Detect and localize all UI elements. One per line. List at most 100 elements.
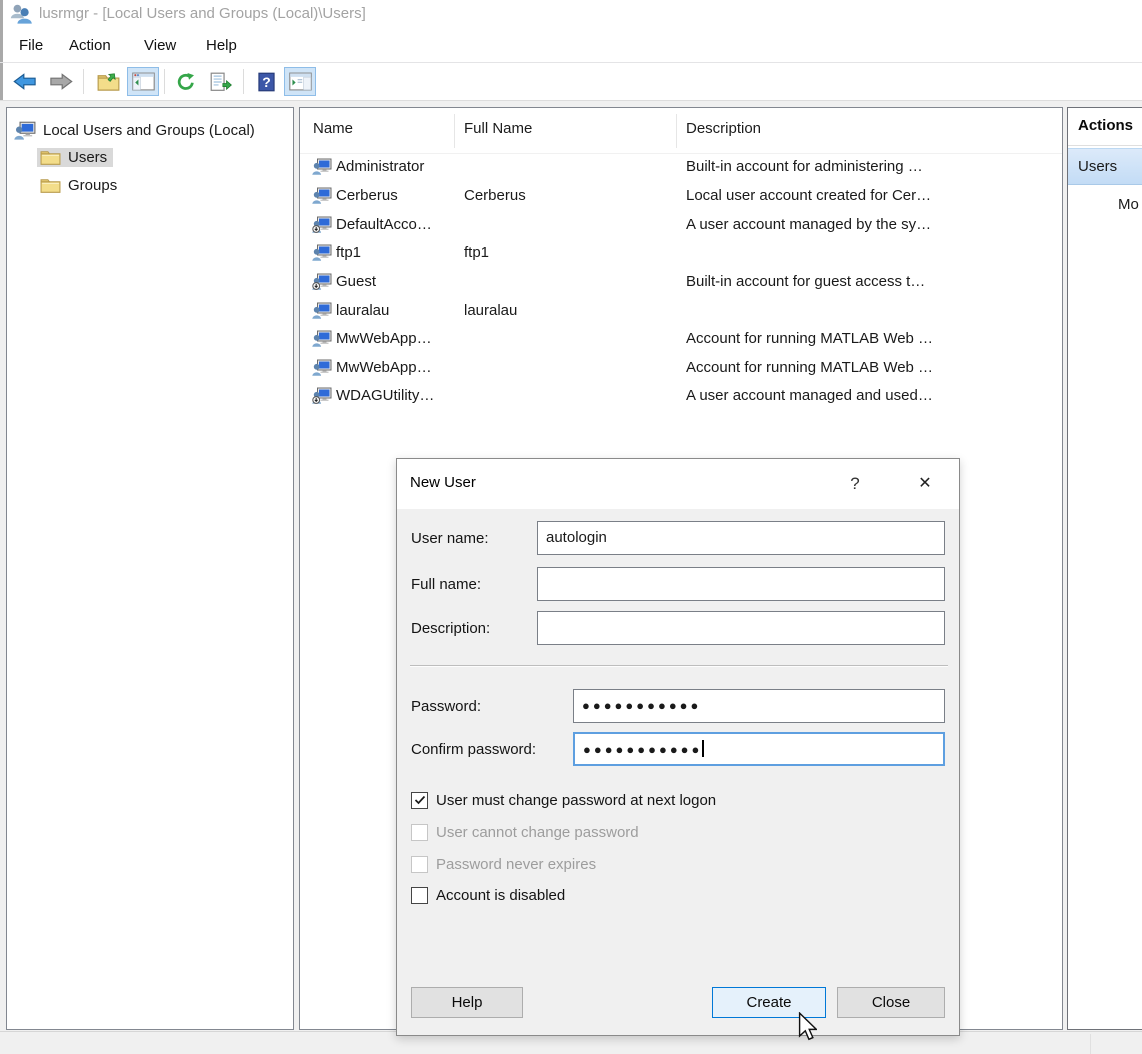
user-icon [312, 302, 332, 319]
app-icon [9, 3, 33, 25]
checkbox-unchecked[interactable] [411, 887, 428, 904]
forward-button[interactable] [45, 67, 77, 96]
dialog-close-icon[interactable]: ✕ [909, 470, 941, 498]
table-row-cerberus[interactable]: Cerberus Cerberus Local user account cre… [300, 182, 1062, 211]
status-bar-divider [1090, 1034, 1091, 1054]
cell-description: A user account managed and used… [686, 387, 933, 404]
table-row-guest[interactable]: Guest Built-in account for guest access … [300, 268, 1062, 297]
refresh-button[interactable] [170, 67, 202, 96]
menu-view[interactable]: View [144, 37, 176, 54]
cell-name: Administrator [336, 158, 424, 175]
checkbox-label: User must change password at next logon [436, 792, 716, 809]
checkbox-label: Password never expires [436, 856, 596, 873]
tree-users-label: Users [68, 149, 107, 166]
cell-full-name: ftp1 [464, 244, 489, 261]
console-tree-icon [132, 72, 155, 91]
tree-node-users[interactable]: Users [37, 145, 113, 170]
table-row-defaultaccount[interactable]: DefaultAcco… A user account managed by t… [300, 211, 1062, 240]
user-disabled-icon [312, 273, 332, 290]
table-row-administrator[interactable]: Administrator Built-in account for admin… [300, 153, 1062, 182]
folder-icon [40, 177, 61, 194]
help-icon [258, 72, 275, 92]
toolbar-separator [243, 69, 244, 94]
tree-root-node[interactable]: Local Users and Groups (Local) [14, 118, 255, 143]
confirm-password-label: Confirm password: [411, 741, 536, 758]
cell-name: ftp1 [336, 244, 361, 261]
forward-arrow-icon [49, 72, 73, 91]
actions-panel: Actions Users Mo [1067, 107, 1142, 1030]
description-field[interactable] [537, 611, 945, 645]
cell-name: Cerberus [336, 187, 398, 204]
show-console-tree-button[interactable] [127, 67, 159, 96]
cell-description: Account for running MATLAB Web … [686, 330, 933, 347]
cell-full-name: Cerberus [464, 187, 526, 204]
column-divider[interactable] [454, 114, 455, 148]
user-name-field[interactable]: autologin [537, 521, 945, 555]
checkbox-account-disabled[interactable]: Account is disabled [411, 886, 565, 904]
cell-full-name: lauralau [464, 302, 517, 319]
cell-description: Account for running MATLAB Web … [686, 359, 933, 376]
full-name-field[interactable] [537, 567, 945, 601]
title-bar: lusrmgr - [Local Users and Groups (Local… [3, 0, 1142, 28]
dialog-title: New User [410, 474, 476, 491]
user-disabled-icon [312, 216, 332, 233]
dialog-help-button[interactable]: ? [841, 471, 869, 497]
cell-description: Local user account created for Cer… [686, 187, 931, 204]
action-pane-icon [289, 72, 312, 91]
refresh-icon [176, 72, 196, 92]
actions-header-divider [1068, 145, 1142, 146]
menu-help[interactable]: Help [206, 37, 237, 54]
new-user-dialog: New User ? ✕ User name: autologin Full n… [396, 458, 960, 1036]
actions-header: Actions [1078, 117, 1133, 134]
checkbox-label: Account is disabled [436, 887, 565, 904]
table-row-ftp1[interactable]: ftp1 ftp1 [300, 239, 1062, 268]
folder-up-icon [97, 71, 120, 92]
full-name-label: Full name: [411, 576, 481, 593]
back-arrow-icon [13, 72, 37, 91]
folder-icon [40, 149, 61, 166]
user-icon [312, 158, 332, 175]
cell-name: MwWebApp… [336, 359, 432, 376]
table-row-mwwebapp1[interactable]: MwWebApp… Account for running MATLAB Web… [300, 325, 1062, 354]
menu-file[interactable]: File [19, 37, 43, 54]
show-action-pane-button[interactable] [284, 67, 316, 96]
password-field[interactable]: ●●●●●●●●●●● [573, 689, 945, 723]
column-header-description[interactable]: Description [686, 120, 761, 137]
cell-description: Built-in account for administering … [686, 158, 923, 175]
help-button[interactable] [250, 67, 282, 96]
close-button[interactable]: Close [837, 987, 945, 1018]
checkbox-checked[interactable] [411, 792, 428, 809]
toolbar-separator [164, 69, 165, 94]
user-icon [312, 244, 332, 261]
password-label: Password: [411, 698, 481, 715]
cell-name: WDAGUtility… [336, 387, 434, 404]
user-disabled-icon [312, 387, 332, 404]
cell-name: lauralau [336, 302, 389, 319]
local-users-groups-icon [14, 121, 36, 140]
back-button[interactable] [9, 67, 41, 96]
dialog-separator [410, 665, 948, 667]
help-dialog-button[interactable]: Help [411, 987, 523, 1018]
column-divider[interactable] [676, 114, 677, 148]
table-row-mwwebapp2[interactable]: MwWebApp… Account for running MATLAB Web… [300, 354, 1062, 383]
menu-bar: File Action View Help [3, 30, 1142, 62]
export-list-button[interactable] [205, 67, 237, 96]
tree-node-groups[interactable]: Groups [40, 173, 117, 198]
column-header-full-name[interactable]: Full Name [464, 120, 532, 137]
actions-more-actions[interactable]: Mo [1118, 196, 1139, 213]
toolbar-separator [83, 69, 84, 94]
confirm-password-field[interactable]: ●●●●●●●●●●● [573, 732, 945, 766]
tree-users-selection: Users [37, 148, 113, 167]
column-header-name[interactable]: Name [313, 120, 353, 137]
actions-users-label: Users [1078, 158, 1117, 175]
checkbox-must-change-password[interactable]: User must change password at next logon [411, 791, 716, 809]
user-icon [312, 359, 332, 376]
table-row-wdagutility[interactable]: WDAGUtility… A user account managed and … [300, 382, 1062, 411]
description-label: Description: [411, 620, 490, 637]
console-tree-panel: Local Users and Groups (Local) Users Gro… [6, 107, 294, 1030]
up-one-level-button[interactable] [92, 67, 124, 96]
table-row-lauralau[interactable]: lauralau lauralau [300, 297, 1062, 326]
menu-action[interactable]: Action [69, 37, 111, 54]
actions-item-users[interactable]: Users [1068, 148, 1142, 185]
cell-name: MwWebApp… [336, 330, 432, 347]
